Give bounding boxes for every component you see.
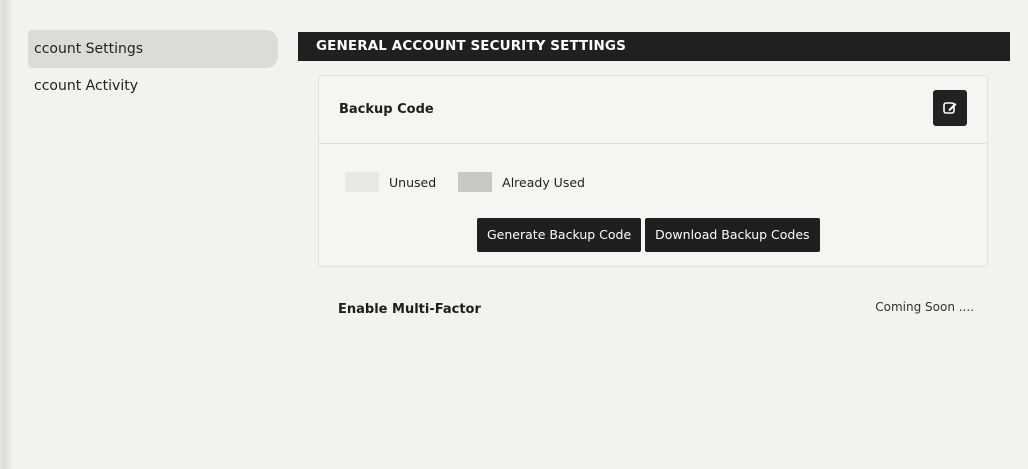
unused-label: Unused [389,174,437,190]
used-swatch [458,172,493,192]
multi-factor-status: Coming Soon .... [875,300,974,314]
edit-button[interactable] [933,90,967,126]
sidebar-item-label: ccount Activity [34,78,139,94]
backup-code-actions: Generate Backup Code Download Backup Cod… [477,218,820,252]
multi-factor-label: Enable Multi-Factor [338,302,481,317]
section-title: GENERAL ACCOUNT SECURITY SETTINGS [298,32,1010,61]
backup-code-legend: Unused Already Used [345,172,607,192]
backup-code-card-header: Backup Code [319,76,987,144]
backup-code-title: Backup Code [339,102,434,117]
sidebar-item-account-activity[interactable]: ccount Activity [28,74,278,98]
unused-swatch [345,172,379,192]
multi-factor-row: Enable Multi-Factor Coming Soon .... [338,300,974,324]
main-content: GENERAL ACCOUNT SECURITY SETTINGS Backup… [298,32,1010,317]
used-label: Already Used [502,174,585,190]
sidebar: ccount Settings ccount Activity [28,30,278,104]
generate-backup-code-button[interactable]: Generate Backup Code [477,218,642,252]
sidebar-item-label: ccount Settings [34,41,144,57]
edit-icon [943,102,957,114]
backup-code-card: Backup Code Unused Already Used Generate… [318,75,988,267]
download-backup-codes-button[interactable]: Download Backup Codes [645,218,820,252]
sidebar-item-account-settings[interactable]: ccount Settings [28,30,278,68]
window-left-edge [0,0,12,469]
